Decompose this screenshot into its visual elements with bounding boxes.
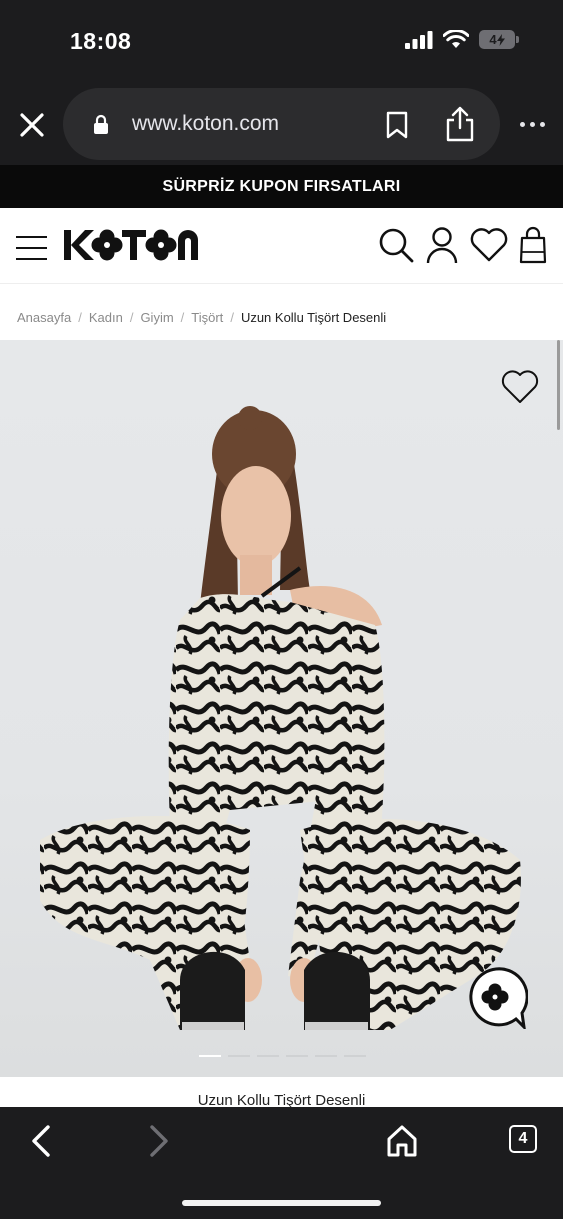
promo-text: SÜRPRİZ KUPON FIRSATLARI [162, 177, 401, 195]
account-icon[interactable] [426, 226, 458, 264]
search-icon[interactable] [377, 226, 415, 264]
chat-support-icon[interactable] [466, 967, 528, 1029]
forward-icon[interactable] [146, 1124, 172, 1158]
more-icon[interactable] [520, 122, 545, 127]
status-time: 18:08 [70, 28, 132, 54]
breadcrumb-current: Uzun Kollu Tişört Desenli [240, 310, 387, 325]
cart-icon[interactable] [519, 226, 547, 264]
status-icons: 4 [405, 30, 519, 49]
breadcrumb-separator: / [180, 310, 185, 325]
breadcrumb-item-home[interactable]: Anasayfa [17, 310, 71, 325]
carousel-pagination [199, 1055, 366, 1057]
wifi-icon [443, 30, 469, 48]
back-icon[interactable] [28, 1124, 54, 1158]
carousel-dot[interactable] [286, 1055, 308, 1057]
home-indicator[interactable] [182, 1200, 381, 1206]
carousel-dot[interactable] [257, 1055, 279, 1057]
url-text[interactable]: www.koton.com [132, 112, 279, 136]
wishlist-icon[interactable] [470, 228, 508, 262]
bookmark-icon[interactable] [385, 111, 409, 139]
lock-icon [94, 114, 108, 134]
address-bar[interactable]: www.koton.com [63, 88, 500, 160]
menu-icon[interactable] [16, 236, 47, 260]
add-to-wishlist-icon[interactable] [501, 370, 539, 404]
koton-logo[interactable] [63, 226, 225, 264]
signal-icon [405, 30, 433, 49]
product-image-carousel[interactable] [0, 340, 563, 1077]
tab-count: 4 [518, 1130, 528, 1147]
breadcrumb-separator: / [129, 310, 134, 325]
close-icon[interactable] [18, 111, 46, 139]
browser-chrome: 18:08 4 www.koton.com [0, 0, 563, 165]
promo-banner[interactable]: SÜRPRİZ KUPON FIRSATLARI [0, 165, 563, 208]
share-icon[interactable] [445, 106, 475, 142]
battery-indicator: 4 [479, 30, 519, 49]
charging-icon [496, 33, 505, 46]
battery-level: 4 [489, 32, 497, 47]
breadcrumb-item-tshirt[interactable]: Tişört [191, 310, 223, 325]
tabs-icon[interactable]: 4 [509, 1125, 537, 1153]
carousel-dot[interactable] [199, 1055, 221, 1057]
carousel-dot[interactable] [344, 1055, 366, 1057]
carousel-dot[interactable] [228, 1055, 250, 1057]
home-icon[interactable] [386, 1124, 418, 1158]
site-header [0, 208, 563, 284]
breadcrumb-separator: / [230, 310, 234, 325]
carousel-dot[interactable] [315, 1055, 337, 1057]
breadcrumb-separator: / [78, 310, 82, 325]
breadcrumb-item-women[interactable]: Kadın [89, 310, 123, 325]
breadcrumb-item-clothing[interactable]: Giyim [140, 310, 173, 325]
page-scrollbar[interactable] [557, 340, 560, 430]
breadcrumb: Anasayfa / Kadın / Giyim / Tişört / Uzun… [17, 310, 386, 325]
